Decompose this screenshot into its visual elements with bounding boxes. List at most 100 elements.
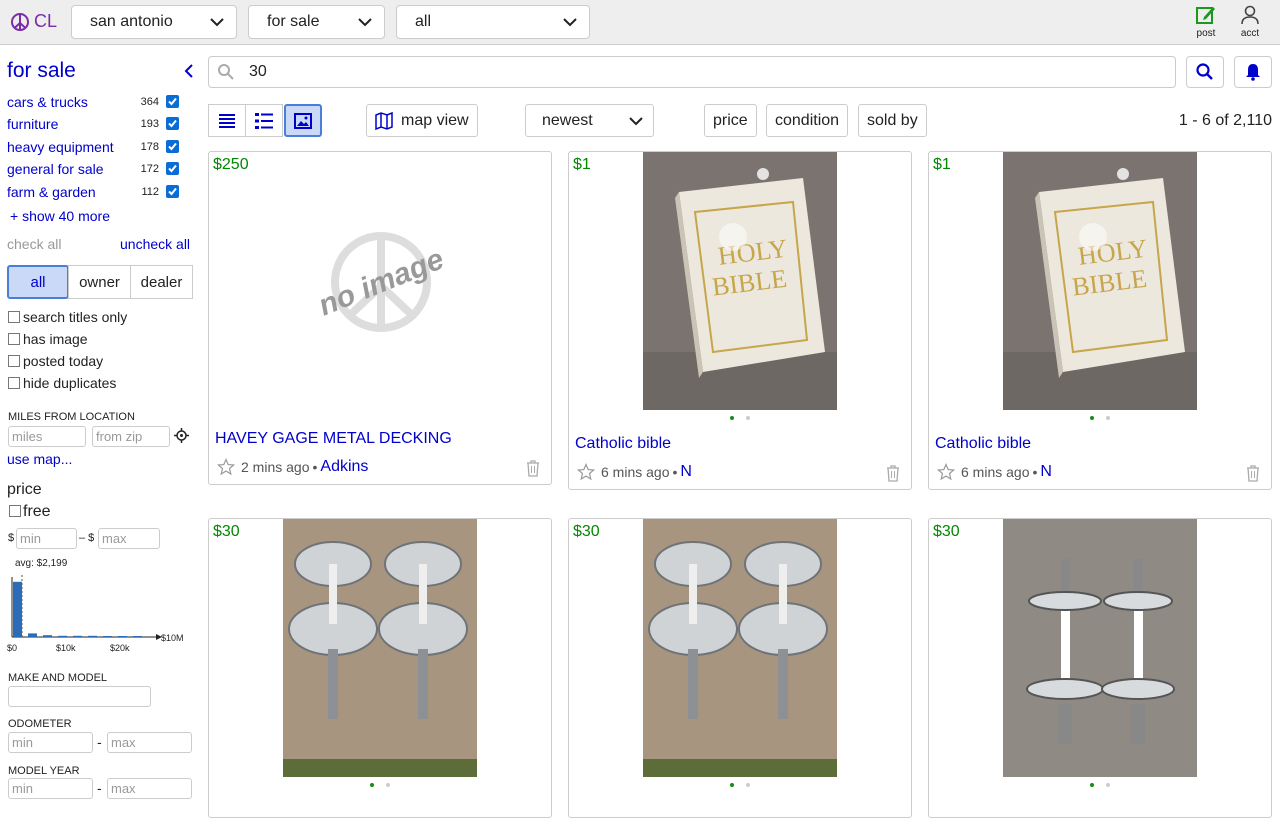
seller-tab-all[interactable]: all bbox=[7, 265, 69, 299]
photo-dot-active[interactable] bbox=[370, 783, 374, 787]
has-image-option[interactable]: has image bbox=[8, 331, 88, 347]
map-view-button[interactable]: map view bbox=[366, 104, 478, 137]
miles-input[interactable]: miles bbox=[8, 426, 86, 447]
search-titles-option[interactable]: search titles only bbox=[8, 309, 127, 325]
craigslist-logo[interactable]: CL bbox=[10, 11, 57, 32]
listing-seller[interactable]: N bbox=[680, 463, 692, 481]
photo-dot-active[interactable] bbox=[730, 783, 734, 787]
category-name[interactable]: general for sale bbox=[7, 161, 104, 177]
trash-icon[interactable] bbox=[885, 464, 901, 482]
search-input[interactable]: 30 bbox=[208, 56, 1176, 88]
chevron-down-icon bbox=[358, 18, 372, 27]
category-item[interactable]: heavy equipment 178 bbox=[7, 139, 179, 157]
listing-time: 6 mins ago bbox=[601, 464, 670, 480]
price-filter-button[interactable]: price bbox=[704, 104, 757, 137]
listing-photo[interactable] bbox=[643, 519, 837, 777]
hide-duplicates-option[interactable]: hide duplicates bbox=[8, 375, 116, 391]
category-name[interactable]: furniture bbox=[7, 116, 58, 132]
listing-card[interactable]: $30 bbox=[208, 518, 552, 818]
use-map-link[interactable]: use map... bbox=[7, 451, 72, 467]
subcategory-select[interactable]: all bbox=[396, 5, 590, 39]
list-view-button[interactable] bbox=[208, 104, 246, 137]
category-select[interactable]: for sale bbox=[248, 5, 385, 39]
listing-card[interactable]: $30 bbox=[928, 518, 1272, 818]
listing-title[interactable]: Catholic bible bbox=[935, 435, 1031, 453]
category-checkbox[interactable] bbox=[166, 185, 179, 198]
checkbox[interactable] bbox=[8, 377, 20, 389]
listing-photo[interactable]: HOLY BIBLE bbox=[643, 152, 837, 410]
results-range: 1 - 6 of 2,110 bbox=[1178, 112, 1272, 129]
post-button[interactable]: post bbox=[1188, 4, 1224, 39]
category-item[interactable]: general for sale 172 bbox=[7, 161, 179, 179]
listing-price: $30 bbox=[933, 523, 960, 540]
listing-title[interactable]: HAVEY GAGE METAL DECKING bbox=[215, 430, 452, 448]
sold-by-filter-button[interactable]: sold by bbox=[858, 104, 927, 137]
listing-card[interactable]: $30 bbox=[568, 518, 912, 818]
category-name[interactable]: cars & trucks bbox=[7, 94, 88, 110]
gallery-view-button[interactable] bbox=[284, 104, 322, 137]
chevron-left-icon[interactable] bbox=[182, 63, 196, 79]
photo-dot[interactable] bbox=[1106, 783, 1110, 787]
thumb-view-button[interactable] bbox=[245, 104, 283, 137]
odometer-max-input[interactable]: max bbox=[107, 732, 192, 753]
category-item[interactable]: farm & garden 112 bbox=[7, 184, 179, 202]
photo-dot[interactable] bbox=[386, 783, 390, 787]
listing-card[interactable]: $1 HOLY BIBLE Catholic bible 6 mins ago … bbox=[928, 151, 1272, 490]
category-checkbox[interactable] bbox=[166, 162, 179, 175]
odometer-min-input[interactable]: min bbox=[8, 732, 93, 753]
location-select[interactable]: san antonio bbox=[71, 5, 237, 39]
photo-dot-active[interactable] bbox=[1090, 783, 1094, 787]
check-all-link: check all bbox=[7, 236, 62, 252]
locate-icon[interactable] bbox=[174, 428, 189, 443]
listing-title[interactable]: Catholic bible bbox=[575, 435, 671, 453]
alert-button[interactable] bbox=[1234, 56, 1272, 88]
search-button[interactable] bbox=[1186, 56, 1224, 88]
star-icon[interactable] bbox=[937, 463, 955, 481]
year-min-input[interactable]: min bbox=[8, 778, 93, 799]
listing-photo[interactable] bbox=[1003, 519, 1197, 777]
category-item[interactable]: furniture 193 bbox=[7, 116, 179, 134]
checkbox[interactable] bbox=[8, 311, 20, 323]
sort-select[interactable]: newest bbox=[525, 104, 654, 137]
star-icon[interactable] bbox=[217, 458, 235, 476]
category-name[interactable]: farm & garden bbox=[7, 184, 96, 200]
year-max-input[interactable]: max bbox=[107, 778, 192, 799]
price-min-input[interactable]: min bbox=[16, 528, 77, 549]
trash-icon[interactable] bbox=[525, 459, 541, 477]
category-item[interactable]: cars & trucks 364 bbox=[7, 94, 179, 112]
category-checkbox[interactable] bbox=[166, 117, 179, 130]
seller-tab-owner[interactable]: owner bbox=[68, 265, 131, 299]
category-checkbox[interactable] bbox=[166, 140, 179, 153]
listing-card[interactable]: $1 HOLY BIBLE Catholic bible 6 mins ago … bbox=[568, 151, 912, 490]
photo-dot-active[interactable] bbox=[1090, 416, 1094, 420]
listing-card[interactable]: $250 no image HAVEY GAGE METAL DECKING 2… bbox=[208, 151, 552, 485]
photo-dot[interactable] bbox=[1106, 416, 1110, 420]
sidebar-title[interactable]: for sale bbox=[7, 59, 76, 83]
seller-tab-dealer[interactable]: dealer bbox=[130, 265, 193, 299]
category-name[interactable]: heavy equipment bbox=[7, 139, 114, 155]
account-button[interactable]: acct bbox=[1232, 4, 1268, 39]
trash-icon[interactable] bbox=[1245, 464, 1261, 482]
show-more-link[interactable]: + show 40 more bbox=[10, 208, 110, 224]
free-option[interactable]: free bbox=[9, 503, 51, 521]
make-model-input[interactable] bbox=[8, 686, 151, 707]
posted-today-option[interactable]: posted today bbox=[8, 353, 103, 369]
category-value: for sale bbox=[267, 13, 320, 30]
condition-filter-button[interactable]: condition bbox=[766, 104, 849, 137]
checkbox[interactable] bbox=[8, 355, 20, 367]
checkbox[interactable] bbox=[9, 505, 21, 517]
listing-seller[interactable]: N bbox=[1040, 463, 1052, 481]
photo-dot[interactable] bbox=[746, 416, 750, 420]
listing-seller[interactable]: Adkins bbox=[320, 458, 368, 476]
listing-photo[interactable]: HOLY BIBLE bbox=[1003, 152, 1197, 410]
photo-dot-active[interactable] bbox=[730, 416, 734, 420]
checkbox[interactable] bbox=[8, 333, 20, 345]
star-icon[interactable] bbox=[577, 463, 595, 481]
price-max-input[interactable]: max bbox=[98, 528, 160, 549]
listing-photo[interactable] bbox=[283, 519, 477, 777]
category-checkbox[interactable] bbox=[166, 95, 179, 108]
histogram-bar bbox=[118, 636, 127, 637]
photo-dot[interactable] bbox=[746, 783, 750, 787]
uncheck-all-link[interactable]: uncheck all bbox=[120, 236, 190, 252]
zip-input[interactable]: from zip bbox=[92, 426, 170, 447]
